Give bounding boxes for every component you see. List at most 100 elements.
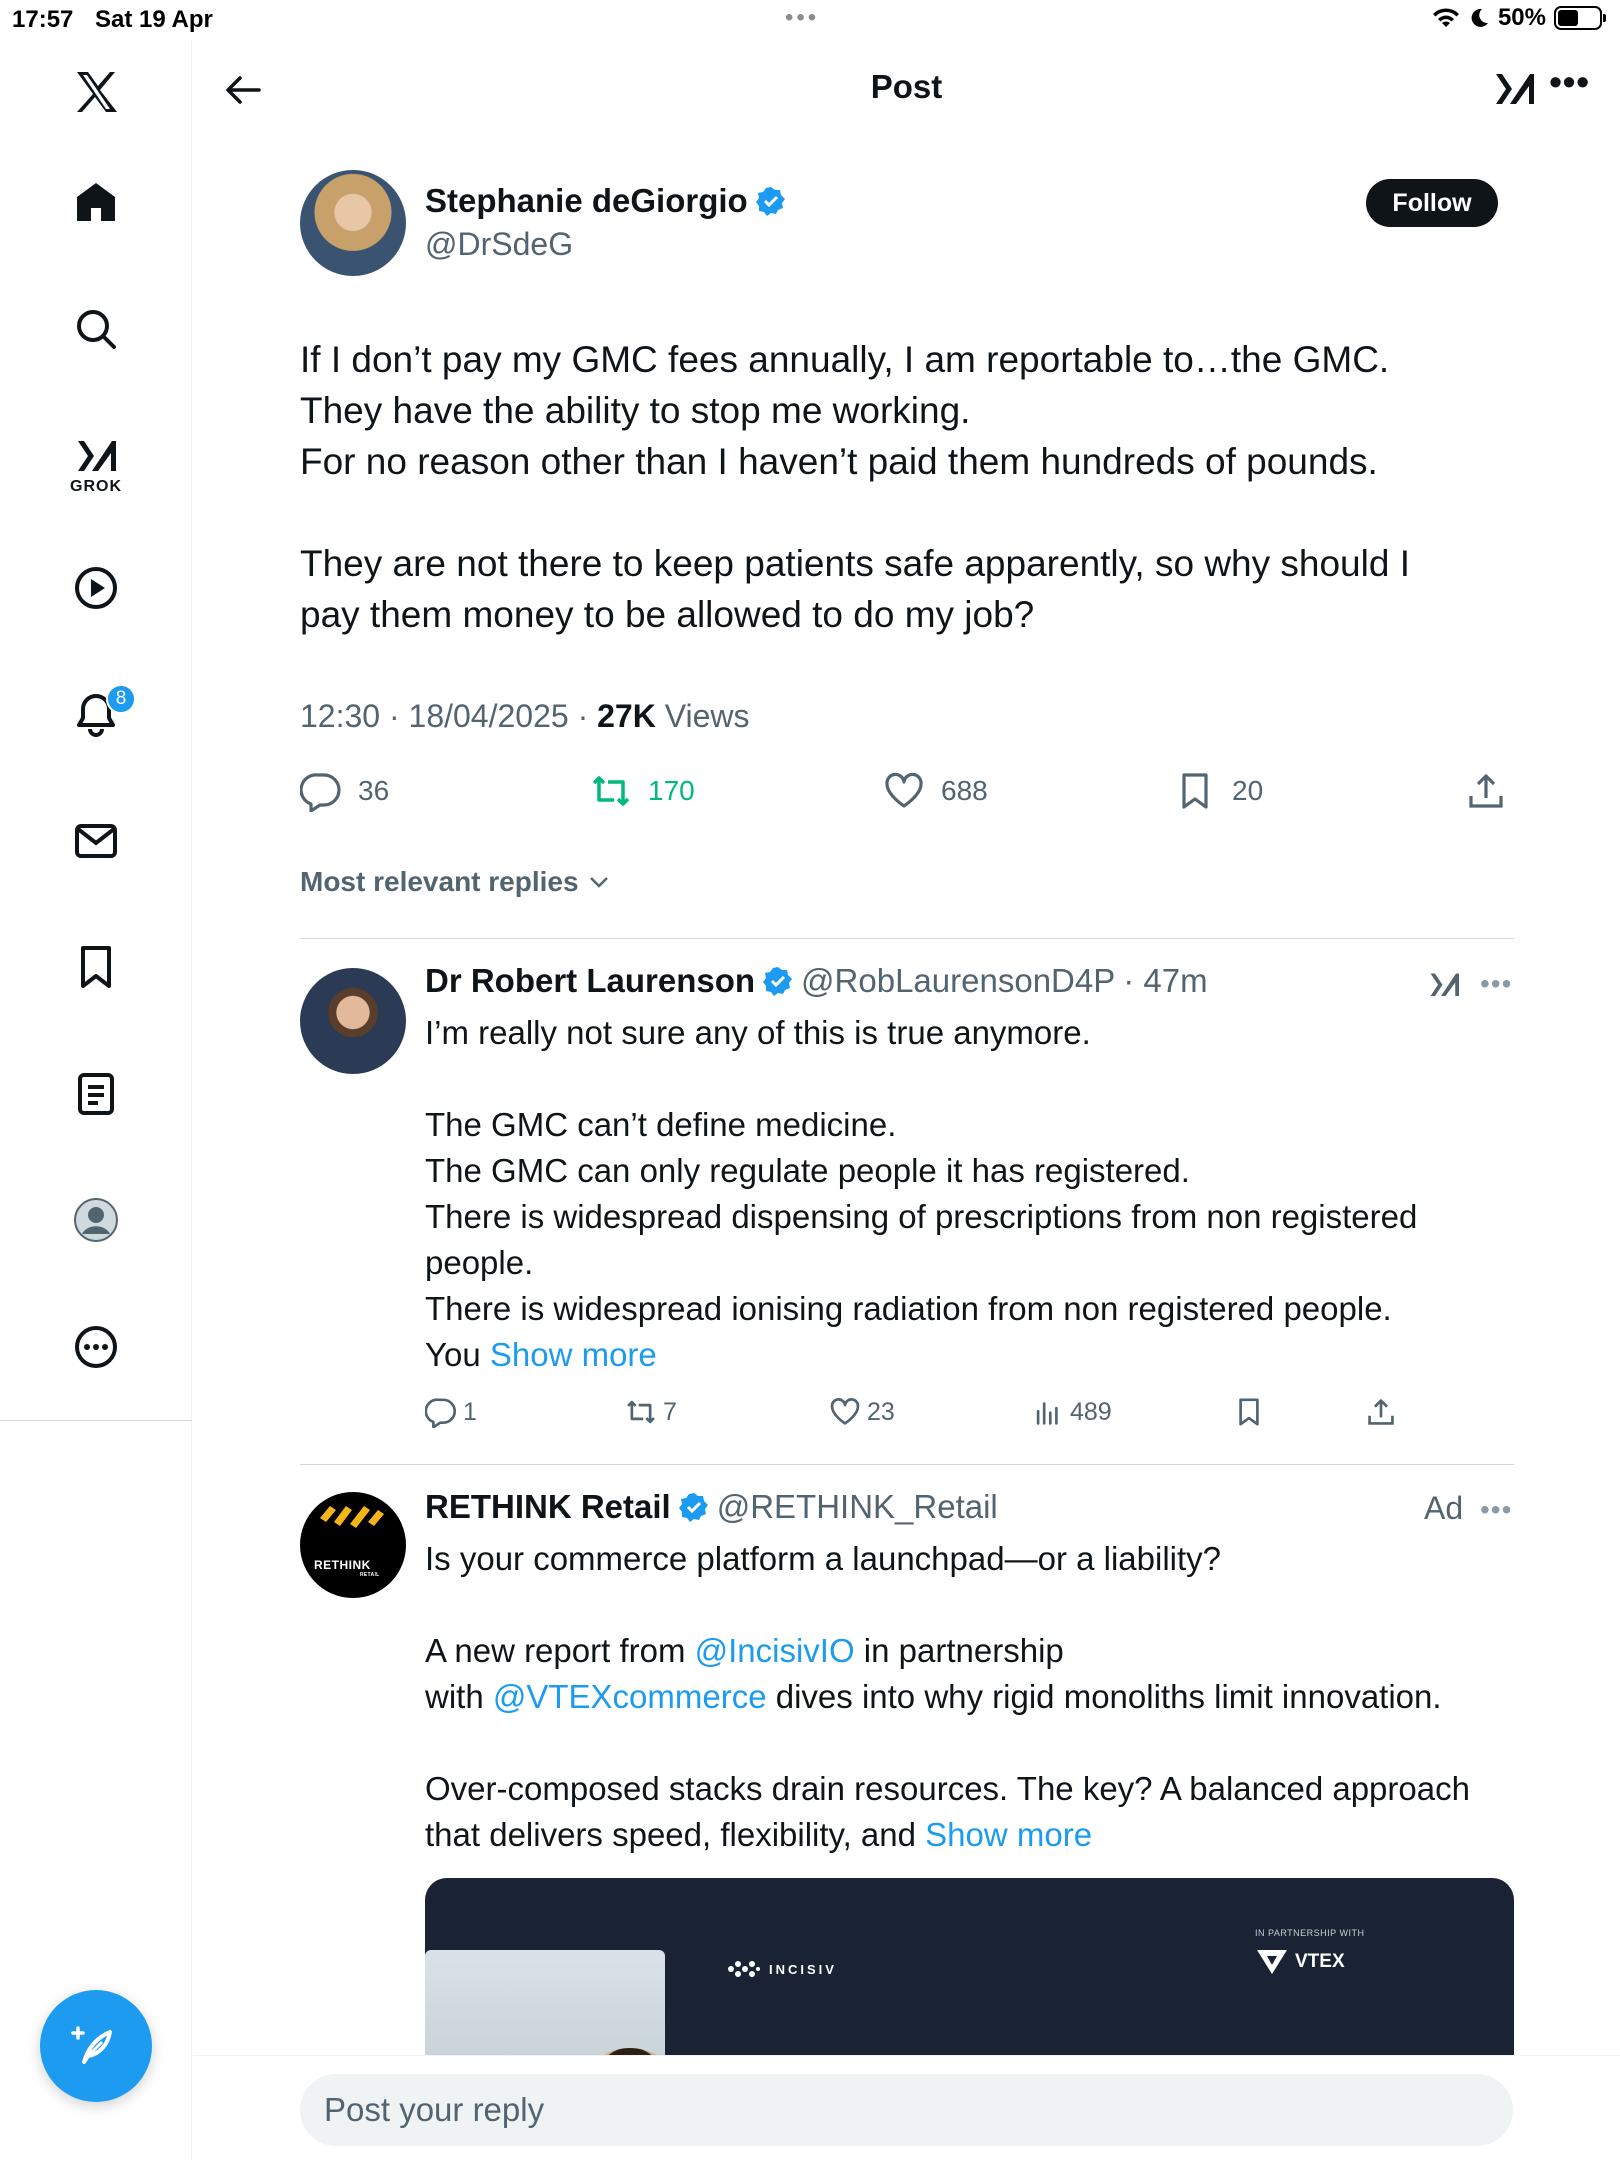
mention-link[interactable]: @IncisivIO <box>695 1632 855 1669</box>
grok-icon[interactable] <box>66 425 126 485</box>
mention-link[interactable]: @VTEXcommerce <box>493 1678 767 1715</box>
ad-body: Is your commerce platform a launchpad—or… <box>425 1536 1515 1858</box>
partner-label: IN PARTNERSHIP WITH <box>1255 1928 1365 1938</box>
bookmark-action[interactable] <box>1233 1396 1265 1428</box>
reply-more-icon[interactable]: ••• <box>1480 1494 1512 1526</box>
post-line: They have the ability to stop me working… <box>300 390 971 431</box>
status-bar: 17:57 Sat 19 Apr ••• 50% <box>0 0 1620 40</box>
reply-actions: 1 7 23 489 <box>425 1396 1425 1436</box>
status-time: 17:57 <box>12 6 74 33</box>
battery-icon <box>1554 6 1606 30</box>
ad-text: A new report from <box>425 1632 695 1669</box>
verified-badge-icon <box>755 187 785 216</box>
reply-time[interactable]: · 47m <box>1123 962 1207 1000</box>
reply-action[interactable]: 36 <box>300 770 389 812</box>
views-action[interactable]: 489 <box>1032 1396 1112 1428</box>
video-icon[interactable] <box>66 558 126 618</box>
post-timestamp[interactable]: 12:30 · 18/04/2025 · <box>300 698 597 734</box>
reply-line: I’m really not sure any of this is true … <box>425 1014 1091 1051</box>
bookmarks-icon[interactable] <box>66 937 126 997</box>
reply-more-icon[interactable]: ••• <box>1480 968 1512 1000</box>
reply-line <box>425 1056 1515 1102</box>
share-action[interactable] <box>1465 770 1507 812</box>
bookmark-action[interactable]: 20 <box>1174 770 1263 812</box>
grok-explain-icon[interactable] <box>1490 64 1538 117</box>
post-line <box>300 487 1500 538</box>
author-name[interactable]: Stephanie deGiorgio <box>425 182 748 220</box>
reply-icon <box>425 1398 456 1428</box>
post-header: Post ••• <box>193 40 1620 140</box>
reply-line: You Show more <box>425 1332 1515 1378</box>
notification-badge: 8 <box>106 684 136 714</box>
grok-label: GROK <box>70 478 122 495</box>
compose-button[interactable] <box>40 1990 152 2102</box>
sidebar-divider <box>0 1420 192 1421</box>
verified-badge-icon <box>678 1493 708 1522</box>
ad-text: that delivers speed, flexibility, and <box>425 1816 926 1853</box>
header-more-icon[interactable]: ••• <box>1549 64 1590 100</box>
reply-line: There is widespread dispensing of prescr… <box>425 1198 1418 1235</box>
reply-bar <box>193 2055 1620 2160</box>
incisiv-brand: INCISIV <box>769 1961 837 1977</box>
home-icon[interactable] <box>66 172 126 232</box>
reply-header: RETHINK Retail @RETHINK_Retail <box>425 1488 998 1526</box>
vtex-logo-icon <box>1257 1950 1287 1974</box>
heart-icon <box>830 1398 860 1425</box>
reply-icon <box>300 773 341 812</box>
rethink-logo-subtext: RETAIL <box>360 1572 380 1578</box>
battery-percent: 50% <box>1497 4 1546 31</box>
repost-action[interactable]: 7 <box>625 1396 677 1428</box>
repost-action[interactable]: 170 <box>590 770 695 812</box>
search-icon[interactable] <box>66 299 126 359</box>
verified-badge-icon <box>763 967 793 996</box>
vtex-logo: VTEX <box>1255 1948 1345 1976</box>
reply-author-name[interactable]: RETHINK Retail <box>425 1488 671 1526</box>
replies-sort-label: Most relevant replies <box>300 866 579 897</box>
reply-author-handle[interactable]: @RETHINK_Retail <box>717 1488 998 1526</box>
bookmark-icon <box>1239 1398 1259 1426</box>
reply-header: Dr Robert Laurenson @RobLaurensonD4P · 4… <box>425 962 1208 1000</box>
author-handle[interactable]: @DrSdeG <box>425 226 573 263</box>
author-avatar[interactable] <box>300 170 406 276</box>
status-date: Sat 19 Apr <box>95 6 213 33</box>
view-count: 489 <box>1070 1397 1112 1426</box>
reply-line: There is widespread ionising radiation f… <box>425 1290 1392 1327</box>
reply-line-prefix: You <box>425 1336 490 1373</box>
like-action[interactable]: 23 <box>829 1396 895 1428</box>
views-label: Views <box>655 698 750 734</box>
share-action[interactable] <box>1365 1396 1397 1428</box>
grok-explain-icon[interactable] <box>1426 966 1462 1007</box>
messages-icon[interactable] <box>66 811 126 871</box>
ad-line: Is your commerce platform a launchpad—or… <box>425 1540 1222 1577</box>
ad-line: A new report from @IncisivIO in partners… <box>425 1628 1515 1674</box>
lists-icon[interactable] <box>66 1064 126 1124</box>
divider <box>300 938 1514 939</box>
like-action[interactable]: 688 <box>883 770 988 812</box>
reply-avatar[interactable] <box>300 968 406 1074</box>
ad-text: in partnership <box>854 1632 1064 1669</box>
post-line: If I don’t pay my GMC fees annually, I a… <box>300 339 1390 380</box>
reply-count: 1 <box>463 1397 477 1426</box>
reply-author-handle[interactable]: @RobLaurensonD4P <box>801 962 1115 1000</box>
profile-icon[interactable] <box>66 1190 126 1250</box>
reply-input[interactable] <box>300 2074 1513 2146</box>
compose-feather-icon <box>71 2026 112 2064</box>
replies-sort-dropdown[interactable]: Most relevant replies <box>300 866 611 898</box>
show-more-link[interactable]: Show more <box>925 1816 1092 1853</box>
post-actions: 36 170 688 20 <box>300 770 1512 820</box>
moon-icon <box>1471 8 1488 27</box>
show-more-link[interactable]: Show more <box>490 1336 657 1373</box>
more-icon[interactable] <box>66 1317 126 1377</box>
follow-button[interactable]: Follow <box>1366 179 1498 227</box>
reply-author-name[interactable]: Dr Robert Laurenson <box>425 962 755 1000</box>
author-name-row[interactable]: Stephanie deGiorgio <box>425 182 786 220</box>
like-count: 688 <box>941 775 988 806</box>
multitasking-dots[interactable]: ••• <box>785 4 819 32</box>
x-logo-icon[interactable] <box>66 62 126 122</box>
bookmark-icon <box>1182 773 1208 809</box>
like-count: 23 <box>867 1397 895 1426</box>
reply-avatar[interactable]: RETHINK RETAIL <box>300 1492 406 1598</box>
ad-line: Over-composed stacks drain resources. Th… <box>425 1770 1470 1807</box>
post-metadata: 12:30 · 18/04/2025 · 27K Views <box>300 698 749 735</box>
reply-action[interactable]: 1 <box>425 1396 477 1428</box>
